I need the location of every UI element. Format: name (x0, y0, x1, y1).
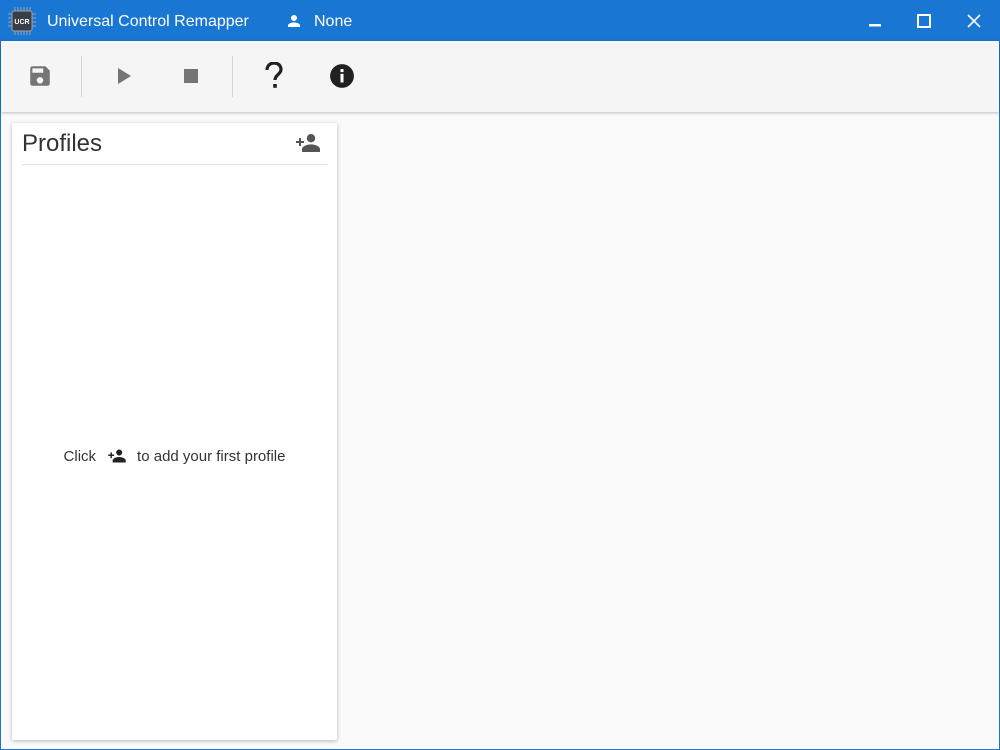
minimize-button[interactable] (851, 1, 899, 41)
save-button[interactable] (23, 59, 57, 93)
add-person-icon (296, 134, 320, 152)
add-profile-button[interactable] (294, 130, 322, 156)
toolbar-separator (232, 56, 233, 97)
maximize-icon (917, 14, 931, 28)
profiles-title: Profiles (22, 130, 103, 157)
toolbar (1, 41, 999, 112)
user-icon (285, 12, 303, 30)
profiles-divider (22, 164, 328, 165)
window-title: Universal Control Remapper (47, 13, 249, 30)
save-icon (30, 66, 50, 86)
app-logo-text: UCR (14, 19, 29, 26)
start-button[interactable] (107, 59, 141, 93)
empty-profiles-message: Click to add your first profile (12, 445, 337, 467)
profiles-panel: Profiles Click to add your first profile (12, 123, 337, 740)
app-logo-icon: UCR (7, 6, 37, 36)
close-icon (967, 14, 981, 28)
stop-button[interactable] (174, 59, 208, 93)
stop-icon (184, 69, 198, 83)
toolbar-separator (81, 56, 82, 97)
minimize-icon (869, 24, 881, 27)
close-button[interactable] (950, 1, 998, 41)
empty-message-prefix: Click (63, 447, 97, 465)
info-button[interactable] (325, 59, 359, 93)
app-window: UCR Universal Control Remapper None Prof… (0, 0, 1000, 750)
empty-message-suffix: to add your first profile (137, 447, 286, 465)
main-content-area (348, 113, 998, 749)
play-icon (118, 68, 131, 84)
help-button[interactable] (257, 59, 291, 93)
maximize-button[interactable] (900, 1, 948, 41)
help-icon (265, 62, 283, 88)
title-bar[interactable]: UCR Universal Control Remapper None (1, 1, 999, 41)
add-person-icon (107, 448, 127, 464)
info-icon (330, 64, 354, 88)
current-user-label[interactable]: None (314, 12, 352, 32)
